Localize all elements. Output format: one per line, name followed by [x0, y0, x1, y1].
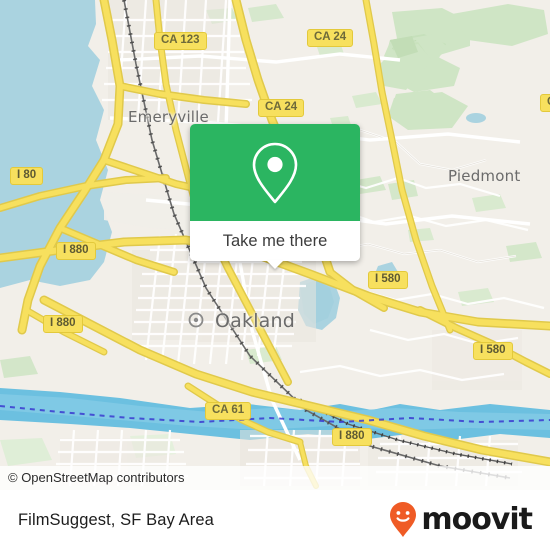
- highway-shield-i-880-south: I 880: [332, 428, 372, 446]
- footer-bar: FilmSuggest, SF Bay Area moovit: [0, 490, 550, 550]
- highway-shield-i-580-east: I 580: [473, 342, 513, 360]
- highway-shield-ca-61: CA 61: [205, 402, 252, 420]
- highway-shield-i-880-north: I 880: [56, 242, 96, 260]
- popup-icon-panel: [190, 124, 360, 221]
- osm-attribution[interactable]: © OpenStreetMap contributors: [0, 466, 550, 490]
- highway-shield-ca-123: CA 123: [154, 32, 207, 50]
- take-me-there-button[interactable]: Take me there: [190, 221, 360, 261]
- highway-shield-ca-24: CA 24: [258, 99, 305, 117]
- place-title: FilmSuggest, SF Bay Area: [18, 510, 214, 529]
- moovit-logo[interactable]: moovit: [388, 501, 533, 539]
- location-popup-card[interactable]: Take me there: [190, 124, 360, 269]
- highway-shield-i-580-north: I 580: [368, 271, 408, 289]
- popup-pointer: [266, 260, 284, 269]
- map-pin-icon: [252, 142, 298, 203]
- highway-shield-i-880-west: I 880: [43, 315, 83, 333]
- moovit-wordmark: moovit: [421, 502, 533, 537]
- map-label-piedmont: Piedmont: [448, 167, 521, 185]
- moovit-smiley-pin-icon: [390, 502, 417, 537]
- map-label-oakland: Oakland: [215, 310, 296, 332]
- highway-shield-i-80: I 80: [10, 167, 44, 185]
- moovit-map-page: Emeryville Piedmont Oakland CA 123 CA 24…: [0, 0, 550, 550]
- highway-shield-partial-right: C: [540, 94, 550, 112]
- highway-shield-ca-24-north: CA 24: [307, 29, 354, 47]
